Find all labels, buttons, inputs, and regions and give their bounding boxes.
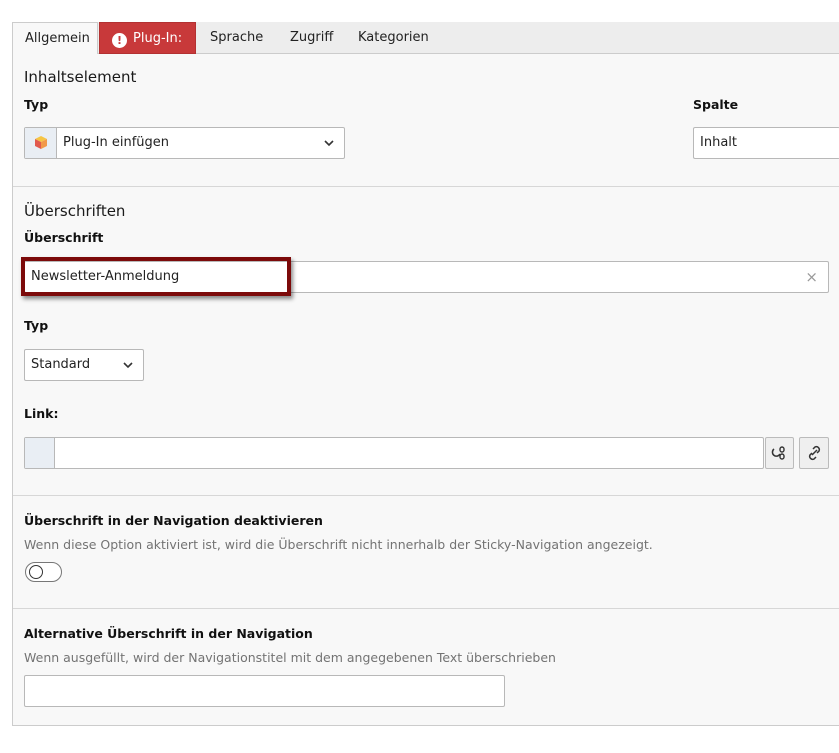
column-label: Spalte (693, 97, 739, 112)
heading-type-select[interactable]: Standard (24, 349, 144, 381)
tab-bar: Allgemein ! Plug-In: Sprache Zugriff Kate… (12, 22, 839, 55)
link-browser-button[interactable] (765, 437, 794, 469)
tab-kategorien[interactable]: Kategorien (346, 22, 441, 54)
heading-type-value: Standard (31, 357, 91, 372)
nav-alt-label: Alternative Überschrift in der Navigatio… (24, 626, 313, 641)
link-icon (808, 445, 821, 461)
heading-input[interactable]: Newsletter-Anmeldung × (24, 261, 829, 293)
error-icon: ! (112, 33, 127, 48)
nav-alt-description: Wenn ausgefüllt, wird der Navigationstit… (24, 650, 556, 665)
tab-label: Allgemein (25, 31, 90, 46)
heading-label: Überschrift (24, 230, 104, 245)
link-label: Link: (24, 406, 59, 421)
nav-alt-input[interactable] (24, 675, 505, 707)
heading-value: Newsletter-Anmeldung (31, 269, 180, 284)
tab-label: Zugriff (290, 30, 334, 45)
cube-icon (25, 128, 57, 158)
column-value: Inhalt (700, 135, 737, 150)
link-type-indicator (25, 438, 55, 468)
section-title-content: Inhaltselement (24, 68, 137, 86)
clear-icon[interactable]: × (805, 269, 818, 285)
section-title-headings: Überschriften (24, 202, 126, 220)
nav-disable-toggle[interactable] (25, 562, 62, 582)
chevron-down-icon (123, 362, 133, 369)
content-type-select[interactable]: Plug-In einfügen (24, 127, 345, 159)
type-label: Typ (24, 97, 49, 112)
content-type-value: Plug-In einfügen (63, 135, 169, 150)
tab-label: Plug-In: (133, 31, 183, 46)
heading-type-label: Typ (24, 318, 49, 333)
section-divider (13, 608, 839, 609)
tab-sprache[interactable]: Sprache (198, 22, 275, 54)
section-divider (13, 495, 839, 496)
tab-label: Kategorien (358, 30, 429, 45)
toggle-knob (29, 565, 43, 579)
form-panel: Inhaltselement Typ Spalte Plug-In einfüg… (12, 54, 839, 726)
tab-zugriff[interactable]: Zugriff (278, 22, 345, 54)
nav-disable-description: Wenn diese Option aktiviert ist, wird di… (24, 537, 653, 552)
link-button[interactable] (799, 437, 829, 469)
nav-disable-label: Überschrift in der Navigation deaktivier… (24, 513, 323, 528)
tab-label: Sprache (210, 30, 264, 45)
chevron-down-icon (324, 140, 334, 147)
column-field[interactable]: Inhalt (693, 127, 839, 159)
link-browser-icon (771, 446, 785, 460)
tab-allgemein[interactable]: Allgemein (12, 22, 98, 55)
tab-plugin[interactable]: ! Plug-In: (99, 22, 196, 54)
link-input[interactable] (24, 437, 764, 469)
section-divider (13, 186, 839, 187)
